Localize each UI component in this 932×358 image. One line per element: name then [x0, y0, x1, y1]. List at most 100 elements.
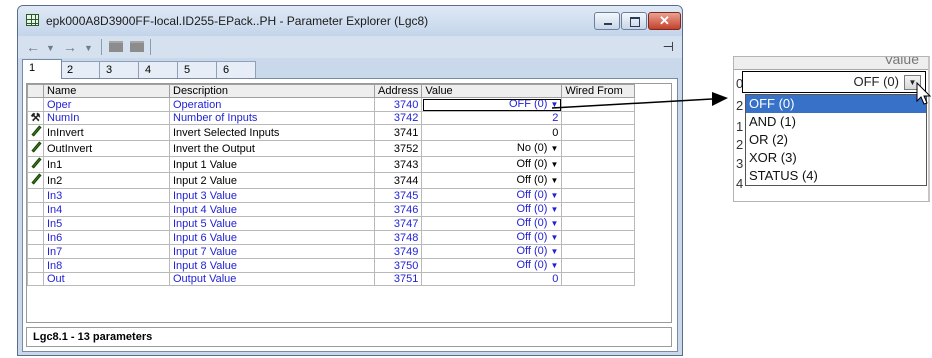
row-icon-cell: [27, 140, 44, 157]
description-cell: Input 8 Value: [169, 258, 375, 273]
tab-2[interactable]: 2: [60, 61, 100, 78]
table-row[interactable]: InInvert Invert Selected Inputs 3741 0: [27, 124, 636, 141]
table-row[interactable]: In2 Input 2 Value 3744 Off (0) ▼: [27, 172, 636, 189]
maximize-button[interactable]: [621, 12, 647, 30]
table-row[interactable]: In6 Input 6 Value 3748 Off (0) ▼: [27, 230, 636, 245]
parameter-table: Name Description Address Value Wired Fro…: [27, 84, 636, 286]
value-cell[interactable]: 0: [421, 124, 563, 141]
window-title: epk000A8D3900FF-local.ID255-EPack..PH - …: [46, 14, 429, 28]
column-header-icon[interactable]: [27, 84, 44, 98]
description-cell: Number of Inputs: [169, 111, 375, 125]
folder-up-icon[interactable]: [109, 41, 123, 52]
tab-6[interactable]: 6: [216, 61, 256, 78]
row-icon-cell: [27, 172, 44, 189]
pencil-icon: [29, 174, 43, 186]
tab-strip: 1 2 3 4 5 6: [22, 59, 678, 79]
value-text: Off (0): [516, 189, 548, 202]
table-row[interactable]: ⚒ NumIn Number of Inputs 3742 2: [27, 111, 636, 125]
wired-from-cell: [561, 124, 636, 141]
table-row[interactable]: Oper Operation 3740 OFF (0) ▼: [27, 97, 636, 112]
chevron-down-icon[interactable]: ▼: [550, 260, 558, 272]
value-cell[interactable]: Off (0) ▼: [421, 230, 563, 245]
row-icon-cell: [27, 124, 44, 141]
column-header-name[interactable]: Name: [43, 84, 170, 98]
value-cell[interactable]: Off (0) ▼: [421, 244, 563, 259]
value-text: Off (0): [516, 158, 548, 170]
value-cell[interactable]: Off (0) ▼: [421, 216, 563, 231]
folder-icon[interactable]: [130, 41, 144, 52]
table-row[interactable]: In1 Input 1 Value 3743 Off (0) ▼: [27, 156, 636, 173]
dropdown-option[interactable]: STATUS (4): [746, 167, 926, 185]
description-cell: Operation: [169, 97, 375, 112]
minimize-button[interactable]: [594, 12, 620, 30]
chevron-down-icon[interactable]: ▼: [550, 159, 558, 171]
chevron-down-icon[interactable]: ▼: [550, 99, 558, 111]
table-row[interactable]: In5 Input 5 Value 3747 Off (0) ▼: [27, 216, 636, 231]
table-row[interactable]: In7 Input 7 Value 3749 Off (0) ▼: [27, 244, 636, 259]
table-row[interactable]: In8 Input 8 Value 3750 Off (0) ▼: [27, 258, 636, 273]
toolbar-separator: [150, 39, 151, 55]
table-row[interactable]: Out Output Value 3751 0: [27, 272, 636, 286]
value-cell[interactable]: 2: [421, 111, 563, 125]
tab-3[interactable]: 3: [99, 61, 139, 78]
chevron-down-icon[interactable]: ▼: [550, 190, 558, 202]
table-body: Oper Operation 3740 OFF (0) ▼ ⚒ NumIn Number of…: [27, 97, 636, 286]
description-cell: Invert the Output: [169, 140, 375, 157]
operation-select[interactable]: OFF (0) ▼: [742, 71, 926, 93]
value-cell[interactable]: Off (0) ▼: [421, 202, 563, 217]
address-cell: 3740: [373, 97, 423, 112]
chevron-down-icon[interactable]: ▼: [550, 143, 558, 155]
chevron-down-icon[interactable]: ▼: [550, 232, 558, 244]
wired-from-cell: [561, 244, 636, 259]
address-cell: 3748: [373, 230, 423, 245]
name-cell: InInvert: [43, 124, 170, 141]
column-header-address[interactable]: Address: [373, 84, 423, 98]
value-cell[interactable]: OFF (0) ▼: [421, 97, 563, 112]
name-cell: In6: [43, 230, 170, 245]
tab-1[interactable]: 1: [22, 59, 62, 79]
name-cell: In8: [43, 258, 170, 273]
column-header-value[interactable]: Value: [421, 84, 563, 98]
forward-icon[interactable]: →: [63, 38, 77, 56]
value-cell[interactable]: Off (0) ▼: [421, 156, 563, 173]
dropdown-option[interactable]: OR (2): [746, 131, 926, 149]
table-icon: [26, 14, 39, 26]
value-cell[interactable]: 0: [421, 272, 563, 286]
forward-history-chevron-icon[interactable]: ▼: [84, 39, 93, 57]
tab-4[interactable]: 4: [138, 61, 178, 78]
wired-from-cell: [561, 202, 636, 217]
tab-label: 5: [184, 64, 191, 76]
back-icon[interactable]: ←: [26, 38, 40, 56]
value-cell[interactable]: Off (0) ▼: [421, 172, 563, 189]
pencil-icon: [29, 158, 43, 170]
table-row[interactable]: In4 Input 4 Value 3746 Off (0) ▼: [27, 202, 636, 217]
address-cell: 3749: [373, 244, 423, 259]
column-header-description[interactable]: Description: [169, 84, 375, 98]
dropdown-option[interactable]: AND (1): [746, 113, 926, 131]
dropdown-option[interactable]: XOR (3): [746, 149, 926, 167]
address-cell: 3743: [373, 156, 423, 173]
title-bar[interactable]: epk000A8D3900FF-local.ID255-EPack..PH - …: [18, 6, 682, 36]
chevron-down-icon[interactable]: ▼: [550, 246, 558, 258]
row-icon-cell: [27, 202, 44, 217]
name-cell: In4: [43, 202, 170, 217]
wired-from-cell: [561, 140, 636, 157]
close-button[interactable]: ✕: [648, 12, 681, 30]
toolbar: ← ▼ → ▼ ⊣: [18, 36, 682, 58]
column-header-wired-from[interactable]: Wired From: [561, 84, 636, 98]
dropdown-option[interactable]: OFF (0): [746, 95, 926, 113]
chevron-down-icon[interactable]: ▼: [550, 218, 558, 230]
pin-icon[interactable]: ⊣: [663, 39, 674, 55]
back-history-chevron-icon[interactable]: ▼: [46, 39, 55, 57]
table-row[interactable]: In3 Input 3 Value 3745 Off (0) ▼: [27, 188, 636, 203]
tab-5[interactable]: 5: [177, 61, 217, 78]
address-cell: 3744: [373, 172, 423, 189]
chevron-down-icon[interactable]: ▼: [550, 204, 558, 216]
wired-from-cell: [561, 111, 636, 125]
value-cell[interactable]: No (0) ▼: [421, 140, 563, 157]
parameter-panel: Name Description Address Value Wired Fro…: [22, 78, 678, 352]
table-row[interactable]: OutInvert Invert the Output 3752 No (0) ▼: [27, 140, 636, 157]
value-cell[interactable]: Off (0) ▼: [421, 188, 563, 203]
chevron-down-icon[interactable]: ▼: [550, 175, 558, 187]
value-cell[interactable]: Off (0) ▼: [421, 258, 563, 273]
